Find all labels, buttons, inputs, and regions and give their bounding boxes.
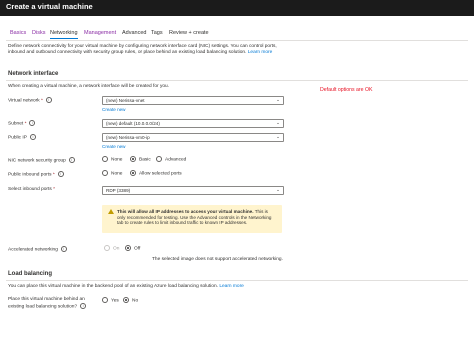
chevron-down-icon: ⌄: [276, 97, 280, 102]
subnet-label: Subnet * i: [8, 120, 36, 127]
load-balancer-question-label: Place this virtual machine behind an exi…: [8, 297, 87, 311]
virtual-network-select[interactable]: (new) Nerissa-vnet ⌄: [102, 96, 284, 105]
radio-button: [102, 170, 108, 176]
nsg-option-none[interactable]: None: [102, 156, 122, 162]
annotation-note: Default options are OK: [320, 87, 373, 93]
virtual-network-label-text: Virtual network: [8, 98, 40, 104]
accelerated-networking-label: Accelerated networking i: [8, 246, 67, 252]
active-tab-underline: [50, 38, 78, 39]
info-icon[interactable]: i: [68, 157, 75, 163]
window-title: Create a virtual machine: [6, 2, 93, 11]
required-marker: *: [52, 172, 55, 178]
tab-divider: [6, 40, 468, 41]
chevron-down-icon: ⌄: [276, 187, 280, 192]
inbound-ports-select[interactable]: RDP (3389) ⌄: [102, 186, 284, 195]
create-new-public-ip-link[interactable]: Create new: [102, 144, 126, 149]
warning-banner: This will allow all IP addresses to acce…: [102, 205, 282, 233]
public-inbound-ports-label-text: Public inbound ports: [8, 172, 52, 178]
section-divider: [6, 80, 468, 81]
load-balancing-intro: You can place this virtual machine in th…: [8, 284, 244, 289]
question-line-2: existing load balancing solution?: [8, 304, 78, 310]
radio-label: Advanced: [165, 157, 187, 163]
tab-disks[interactable]: Disks: [32, 30, 45, 36]
info-icon[interactable]: i: [80, 303, 87, 310]
subnet-select[interactable]: (new) default (10.0.0.0/24) ⌄: [102, 119, 284, 128]
lb-option-no[interactable]: No: [123, 297, 138, 303]
section-divider: [6, 280, 468, 281]
public-ip-select[interactable]: (new) Nerissa-vm0-ip ⌄: [102, 133, 284, 142]
radio-label: Basic: [139, 157, 151, 163]
public-ip-label: Public IP i: [8, 134, 36, 140]
radio-button: [123, 297, 129, 303]
tab-advanced[interactable]: Advanced: [122, 30, 146, 36]
radio-label: No: [132, 298, 139, 304]
radio-label: None: [111, 157, 123, 163]
required-marker: *: [40, 98, 43, 104]
chevron-down-icon: ⌄: [276, 120, 280, 125]
network-interface-intro: When creating a virtual machine, a netwo…: [8, 84, 170, 89]
warning-icon: [108, 209, 114, 214]
accel-option-on[interactable]: On: [104, 245, 119, 251]
select-inbound-ports-label: Select inbound ports *: [8, 187, 55, 192]
nsg-option-advanced[interactable]: Advanced: [156, 156, 186, 162]
info-icon[interactable]: i: [29, 120, 36, 126]
inbound-ports-value: RDP (3389): [106, 188, 131, 193]
info-icon[interactable]: i: [29, 134, 36, 140]
subnet-value: (new) default (10.0.0.0/24): [106, 121, 160, 126]
radio-label: None: [111, 171, 123, 177]
required-marker: *: [24, 121, 27, 127]
radio-button: [130, 156, 136, 162]
inbound-option-none[interactable]: None: [102, 170, 122, 176]
virtual-network-value: (new) Nerissa-vnet: [106, 98, 145, 103]
tab-review-create[interactable]: Review + create: [169, 30, 209, 36]
nsg-label: NIC network security group i: [8, 157, 75, 163]
required-marker: *: [53, 187, 55, 192]
network-interface-heading: Network interface: [8, 71, 59, 77]
info-icon[interactable]: i: [57, 171, 64, 177]
accelerated-networking-label-text: Accelerated networking: [8, 247, 58, 253]
radio-label: Allow selected ports: [139, 171, 182, 177]
inbound-option-allow-selected[interactable]: Allow selected ports: [130, 170, 182, 176]
question-line-1: Place this virtual machine behind an: [8, 297, 85, 302]
radio-button: [104, 245, 110, 251]
radio-button: [102, 297, 108, 303]
create-new-vnet-link[interactable]: Create new: [102, 107, 126, 112]
radio-button: [125, 245, 131, 251]
lb-option-yes[interactable]: Yes: [102, 297, 119, 303]
accel-option-off[interactable]: Off: [125, 245, 140, 251]
info-icon[interactable]: i: [60, 246, 67, 252]
tab-management[interactable]: Management: [84, 30, 116, 36]
warning-text: This will allow all IP addresses to acce…: [117, 209, 277, 226]
load-balancing-heading: Load balancing: [8, 271, 53, 277]
tab-basics[interactable]: Basics: [10, 30, 26, 36]
learn-more-link[interactable]: Learn more: [219, 284, 244, 289]
radio-button: [130, 170, 136, 176]
nsg-label-text: NIC network security group: [8, 158, 66, 164]
description-text: Define network connectivity for your vir…: [8, 44, 277, 55]
radio-button: [102, 156, 108, 162]
chevron-down-icon: ⌄: [276, 134, 280, 139]
virtual-network-label: Virtual network * i: [8, 97, 52, 103]
title-bar: Create a virtual machine: [0, 0, 474, 16]
load-balancing-intro-text: You can place this virtual machine in th…: [8, 284, 218, 289]
public-ip-label-text: Public IP: [8, 135, 27, 141]
networking-description: Define network connectivity for your vir…: [8, 44, 288, 56]
nsg-option-basic[interactable]: Basic: [130, 156, 151, 162]
select-inbound-ports-label-text: Select inbound ports: [8, 187, 52, 192]
public-inbound-ports-label: Public inbound ports * i: [8, 171, 64, 177]
radio-label: Off: [134, 246, 141, 252]
warning-bold-text: This will allow all IP addresses to acce…: [117, 209, 254, 214]
learn-more-link[interactable]: Learn more: [248, 50, 273, 55]
accelerated-networking-note: The selected image does not support acce…: [152, 257, 283, 262]
tab-networking[interactable]: Networking: [50, 30, 78, 39]
subnet-label-text: Subnet: [8, 121, 24, 127]
info-icon[interactable]: i: [45, 97, 52, 103]
radio-label: Yes: [111, 298, 119, 304]
radio-label: On: [113, 246, 120, 252]
radio-button: [156, 156, 162, 162]
tab-networking-label: Networking: [50, 30, 78, 36]
tab-tags[interactable]: Tags: [151, 30, 163, 36]
public-ip-value: (new) Nerissa-vm0-ip: [106, 135, 150, 140]
